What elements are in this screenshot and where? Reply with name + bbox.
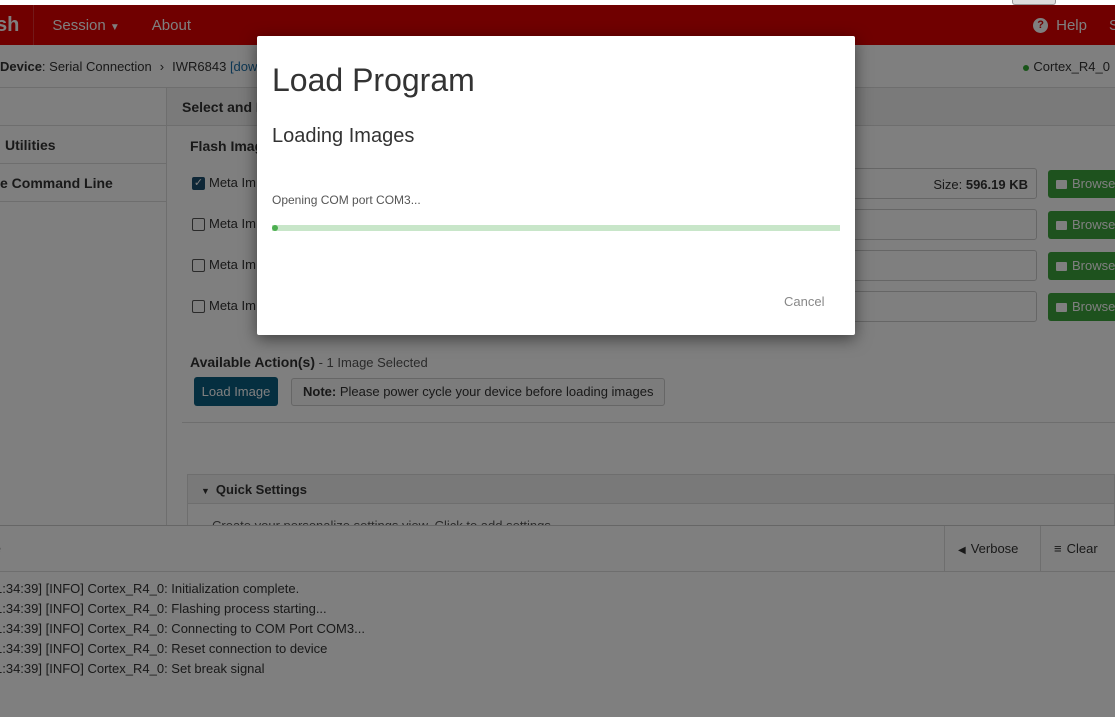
progress-fill bbox=[272, 225, 278, 231]
dialog-status: Opening COM port COM3... bbox=[272, 193, 421, 207]
load-program-dialog: Load Program Loading Images Opening COM … bbox=[257, 36, 855, 335]
progress-bar bbox=[272, 225, 840, 231]
dialog-subtitle: Loading Images bbox=[272, 125, 415, 147]
cancel-button[interactable]: Cancel bbox=[784, 294, 824, 309]
dialog-title: Load Program bbox=[272, 62, 475, 98]
